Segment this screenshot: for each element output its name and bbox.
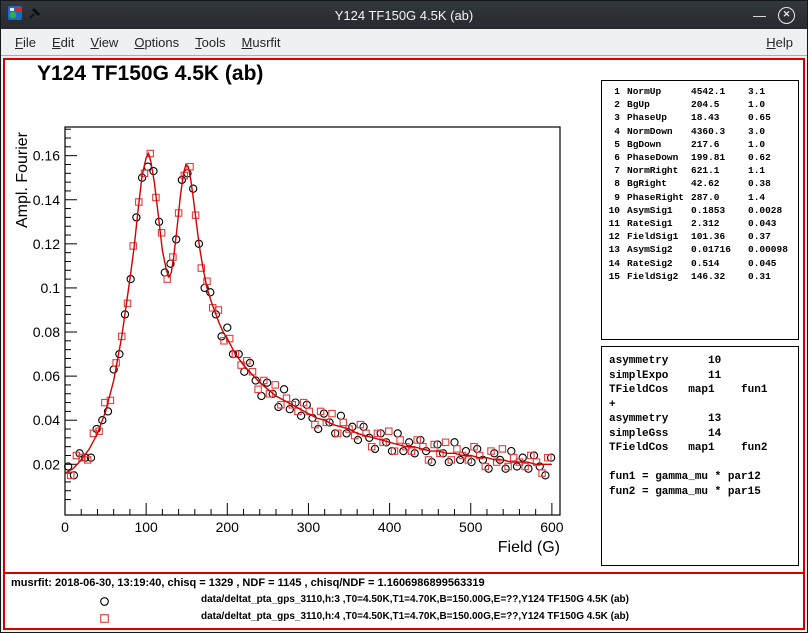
param-row: 14RateSig20.5140.045 xyxy=(607,257,798,270)
svg-text:0.06: 0.06 xyxy=(33,368,60,384)
legend-row-h4: data/deltat_pta_gps_3110,h:4 ,T0=4.50K,T… xyxy=(5,610,803,624)
param-row: 10AsymSig10.18530.0028 xyxy=(607,204,798,217)
param-row: 3PhaseUp18.430.65 xyxy=(607,111,798,124)
menu-view[interactable]: View xyxy=(82,32,126,53)
x-axis-title: Field (G) xyxy=(498,539,560,556)
titlebar: Y124 TF150G 4.5K (ab) — ✕ xyxy=(1,1,807,29)
param-row: 11RateSig12.3120.043 xyxy=(607,217,798,230)
svg-text:300: 300 xyxy=(297,519,321,535)
param-row: 15FieldSig2146.320.31 xyxy=(607,270,798,283)
app-icon xyxy=(7,5,23,26)
menu-options[interactable]: Options xyxy=(126,32,187,53)
menu-edit[interactable]: Edit xyxy=(44,32,82,53)
theory-text: asymmetry 10 simplExpo 11 TFieldCos map1… xyxy=(602,347,798,499)
svg-text:100: 100 xyxy=(134,519,158,535)
root-canvas: Y124 TF150G 4.5K (ab) 010020030040050060… xyxy=(3,58,805,630)
param-row: 8BgRight42.620.38 xyxy=(607,177,798,190)
menu-tools[interactable]: Tools xyxy=(187,32,233,53)
parameter-rows: 1NormUp4542.13.12BgUp204.51.03PhaseUp18.… xyxy=(607,85,798,283)
theory-pave: asymmetry 10 simplExpo 11 TFieldCos map1… xyxy=(601,346,799,566)
param-row: 13AsymSig20.017160.00098 xyxy=(607,243,798,256)
menu-musrfit[interactable]: Musrfit xyxy=(234,32,289,53)
param-row: 6PhaseDown199.810.62 xyxy=(607,151,798,164)
svg-text:0.08: 0.08 xyxy=(33,324,60,340)
menubar-left: FileEditViewOptionsToolsMusrfit xyxy=(7,32,289,53)
window-controls: — ✕ xyxy=(753,7,795,24)
legend-row-h3: data/deltat_pta_gps_3110,h:3 ,T0=4.50K,T… xyxy=(5,593,803,607)
legend-label: data/deltat_pta_gps_3110,h:3 ,T0=4.50K,T… xyxy=(201,594,629,605)
window-title: Y124 TF150G 4.5K (ab) xyxy=(1,8,807,23)
menubar: FileEditViewOptionsToolsMusrfit Help xyxy=(1,29,807,56)
svg-text:0: 0 xyxy=(61,519,69,535)
menu-help[interactable]: Help xyxy=(758,32,801,53)
circle-marker-icon xyxy=(99,594,110,605)
svg-text:0.04: 0.04 xyxy=(33,412,60,428)
svg-text:500: 500 xyxy=(459,519,483,535)
plot-frame xyxy=(65,127,560,515)
y-axis: 0.02 0.04 0.06 0.08 0.1 0.12 0.14 0.16 xyxy=(33,129,77,499)
param-row: 12FieldSig1101.360.37 xyxy=(607,230,798,243)
legend-label: data/deltat_pta_gps_3110,h:4 ,T0=4.50K,T… xyxy=(201,611,629,622)
svg-text:400: 400 xyxy=(378,519,402,535)
square-marker-icon xyxy=(99,611,110,622)
parameter-pave: 1NormUp4542.13.12BgUp204.51.03PhaseUp18.… xyxy=(601,80,799,340)
minimize-button[interactable]: — xyxy=(753,9,766,22)
svg-text:0.14: 0.14 xyxy=(33,192,60,208)
menu-file[interactable]: File xyxy=(7,32,44,53)
info-pad: musrfit: 2018-06-30, 13:19:40, chisq = 1… xyxy=(5,572,803,628)
param-row: 5BgDown217.61.0 xyxy=(607,138,798,151)
param-row: 2BgUp204.51.0 xyxy=(607,98,798,111)
svg-text:200: 200 xyxy=(216,519,240,535)
close-button[interactable]: ✕ xyxy=(778,7,795,24)
titlebar-icons xyxy=(7,5,42,26)
y-axis-title: Ampl. Fourier xyxy=(14,131,31,228)
svg-text:0.12: 0.12 xyxy=(33,236,60,252)
series-fit xyxy=(65,154,552,474)
app-window: Y124 TF150G 4.5K (ab) — ✕ FileEditViewOp… xyxy=(0,0,808,633)
param-row: 1NormUp4542.13.1 xyxy=(607,85,798,98)
param-row: 9PhaseRight287.01.4 xyxy=(607,191,798,204)
svg-text:0.02: 0.02 xyxy=(33,456,60,472)
param-row: 4NormDown4360.33.0 xyxy=(607,125,798,138)
svg-text:0.1: 0.1 xyxy=(41,280,61,296)
param-row: 7NormRight621.11.1 xyxy=(607,164,798,177)
svg-text:0.16: 0.16 xyxy=(33,148,60,164)
series-h4 xyxy=(68,150,552,478)
svg-text:600: 600 xyxy=(540,519,564,535)
pin-icon xyxy=(28,6,42,25)
plot-pad: Y124 TF150G 4.5K (ab) 010020030040050060… xyxy=(5,60,803,572)
fit-stats: musrfit: 2018-06-30, 13:19:40, chisq = 1… xyxy=(11,577,485,589)
x-axis: 0 100 200 300 400 500 600 xyxy=(61,503,564,535)
